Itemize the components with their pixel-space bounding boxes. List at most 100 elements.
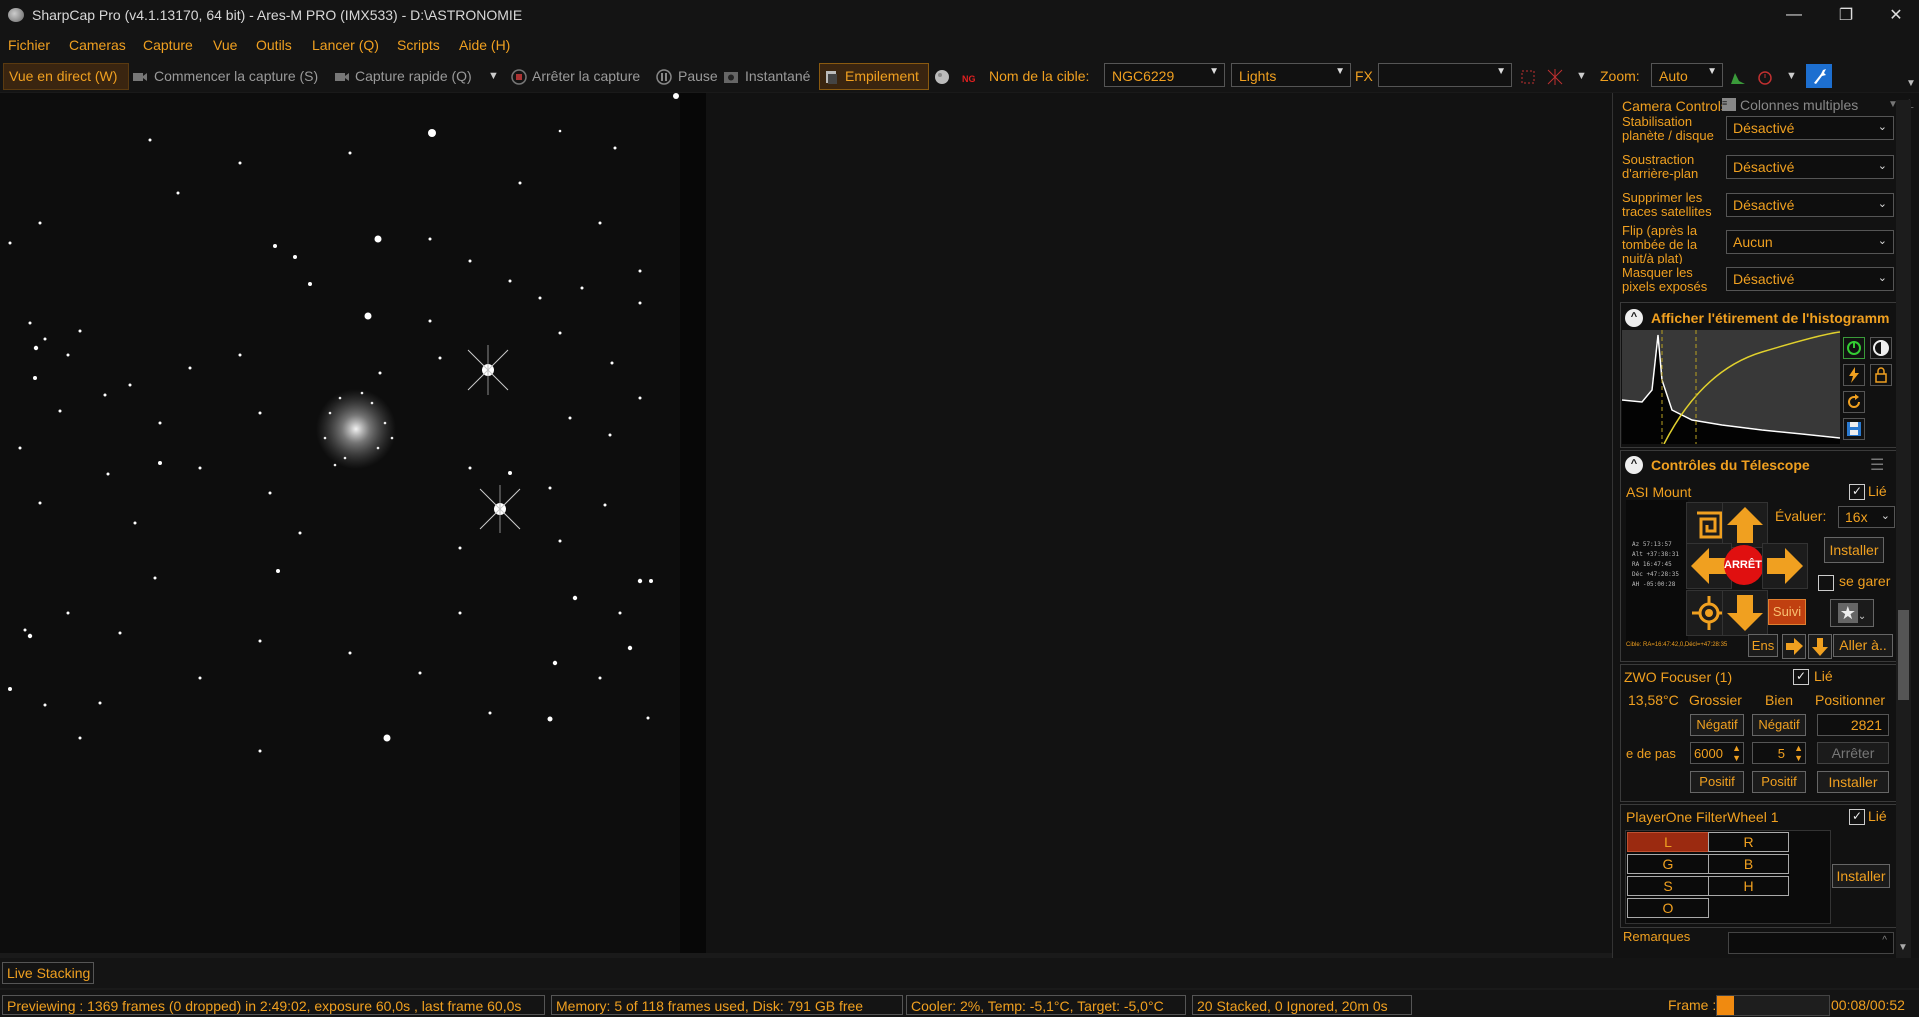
sync-button[interactable]: Ens [1748, 634, 1778, 657]
filter-o-button[interactable]: O [1627, 898, 1709, 918]
menu-capture[interactable]: Capture [143, 37, 193, 53]
menu-vue[interactable]: Vue [213, 37, 237, 53]
settings-toggle[interactable] [1806, 64, 1832, 88]
flip-select[interactable]: Aucun ⌄ [1726, 230, 1894, 254]
pause-button[interactable]: Pause [678, 68, 718, 84]
filter-g-button[interactable]: G [1627, 854, 1709, 874]
east-button[interactable] [1762, 543, 1808, 589]
scroll-down-icon[interactable]: ▼ [1898, 942, 1908, 953]
mount-install-button[interactable]: Installer [1824, 537, 1884, 563]
reset-icon[interactable] [1843, 391, 1865, 413]
filterwheel-install-button[interactable]: Installer [1832, 864, 1890, 888]
histogram-chart[interactable] [1622, 330, 1840, 444]
menu-fichier[interactable]: Fichier [8, 37, 50, 53]
fine-step-stepper[interactable]: 5 ▲ ▼ [1752, 742, 1806, 764]
tab-multiple-columns[interactable]: Colonnes multiples [1740, 97, 1858, 113]
focuser-install-button[interactable]: Installer [1817, 771, 1889, 793]
scrollbar-thumb[interactable] [1898, 610, 1909, 700]
background-subtraction-select[interactable]: Désactivé ⌄ [1726, 155, 1894, 179]
collapse-icon[interactable]: ^ [1625, 456, 1643, 474]
spin-arrows-icon[interactable]: ▲ ▼ [1794, 743, 1803, 763]
minimize-button[interactable]: — [1771, 0, 1817, 30]
filter-b-button[interactable]: B [1708, 854, 1789, 874]
lock-icon[interactable] [1870, 364, 1892, 386]
north-button[interactable] [1722, 502, 1768, 548]
power-icon[interactable] [1843, 337, 1865, 359]
menu-icon[interactable]: ☰ [1870, 455, 1884, 475]
close-button[interactable]: ✕ [1873, 0, 1919, 30]
chevron-down-icon: ⌄ [1877, 235, 1887, 247]
coarse-negative-button[interactable]: Négatif [1690, 714, 1744, 736]
coarse-positive-button[interactable]: Positif [1690, 771, 1744, 793]
menu-outils[interactable]: Outils [256, 37, 292, 53]
contrast-icon[interactable] [1870, 337, 1892, 359]
filter-l-button[interactable]: L [1627, 832, 1709, 852]
chevron-down-icon[interactable]: ▼ [1576, 70, 1587, 82]
goto-button[interactable]: Aller à.. [1833, 634, 1893, 657]
collapse-icon[interactable]: ^ [1625, 309, 1643, 327]
target-name-select[interactable]: NGC6229 ▼ [1104, 63, 1225, 87]
stabilisation-select[interactable]: Désactivé ⌄ [1726, 116, 1894, 140]
filter-s-button[interactable]: S [1627, 876, 1709, 896]
menu-lancer[interactable]: Lancer (Q) [312, 37, 379, 53]
menu-cameras[interactable]: Cameras [69, 37, 126, 53]
expand-icon[interactable]: ^ [1882, 935, 1887, 946]
focuser-linked-checkbox[interactable]: ✓ [1793, 669, 1809, 685]
focuser-stop-button[interactable]: Arrêter [1817, 742, 1889, 764]
start-capture-button[interactable]: Commencer la capture (S) [154, 68, 318, 84]
park-checkbox[interactable] [1818, 575, 1834, 591]
memory-status: Memory: 5 of 118 frames used, Disk: 791 … [551, 995, 903, 1015]
ngc-catalog-icon[interactable]: NG [962, 69, 978, 85]
south-button[interactable] [1722, 590, 1768, 636]
window-title: SharpCap Pro (v4.1.13170, 64 bit) - Ares… [32, 7, 523, 23]
image-viewport[interactable] [0, 93, 706, 953]
spin-arrows-icon[interactable]: ▲ ▼ [1732, 743, 1741, 763]
tracking-button[interactable]: Suivi [1768, 599, 1806, 625]
histogram-icon[interactable] [1730, 69, 1746, 85]
focuser-position-field[interactable]: 2821 [1817, 714, 1889, 736]
live-stacking-tab[interactable]: Live Stacking [2, 962, 94, 984]
filterwheel-linked-checkbox[interactable]: ✓ [1849, 809, 1865, 825]
satellite-trails-select[interactable]: Désactivé ⌄ [1726, 193, 1894, 217]
notes-input[interactable]: ^ [1728, 932, 1894, 954]
arrow-down-icon [1727, 595, 1763, 631]
crosshair-icon[interactable] [1547, 69, 1563, 85]
chevron-down-icon: ▼ [1496, 66, 1506, 77]
selection-area-icon[interactable] [1520, 69, 1536, 85]
save-icon[interactable] [1843, 418, 1865, 440]
mask-pixels-select[interactable]: Désactivé ⌄ [1726, 267, 1894, 291]
moon-icon[interactable] [934, 69, 950, 85]
timer-icon[interactable] [1757, 69, 1773, 85]
filter-h-button[interactable]: H [1708, 876, 1789, 896]
slew-down-button[interactable] [1808, 634, 1832, 659]
coarse-step-stepper[interactable]: 6000 ▲ ▼ [1690, 742, 1744, 764]
filter-r-button[interactable]: R [1708, 832, 1789, 852]
chevron-down-icon: ⌄ [1857, 611, 1867, 622]
chevron-down-icon[interactable]: ▼ [1786, 70, 1797, 82]
menu-scripts[interactable]: Scripts [397, 37, 440, 53]
globular-cluster [316, 389, 396, 469]
tab-camera-controls[interactable]: Camera Controls [1622, 98, 1728, 114]
star-icon: ★ [1837, 603, 1858, 623]
snapshot-button[interactable]: Instantané [745, 68, 810, 84]
slew-right-button[interactable] [1782, 634, 1806, 659]
rate-select[interactable]: 16x ⌄ [1838, 506, 1895, 528]
fx-select[interactable]: ▼ [1378, 63, 1512, 87]
menu-aide[interactable]: Aide (H) [459, 37, 510, 53]
mount-linked-checkbox[interactable]: ✓ [1849, 484, 1865, 500]
fine-positive-button[interactable]: Positif [1752, 771, 1806, 793]
quick-capture-button[interactable]: Capture rapide (Q) [355, 68, 472, 84]
panel-scrollbar[interactable]: ▼ [1896, 100, 1911, 960]
favorite-targets-button[interactable]: ★ ⌄ [1830, 599, 1874, 627]
stop-capture-button[interactable]: Arrêter la capture [532, 68, 640, 84]
frame-type-select[interactable]: Lights ▼ [1231, 63, 1351, 87]
stop-button[interactable]: ARRÊTE [1724, 545, 1769, 585]
lightning-icon[interactable] [1843, 364, 1865, 386]
toolbar-overflow-icon[interactable]: ▼ [1906, 78, 1916, 89]
chevron-down-icon[interactable]: ▼ [488, 70, 499, 82]
wrench-icon [1814, 69, 1826, 84]
fine-negative-button[interactable]: Négatif [1752, 714, 1806, 736]
restore-button[interactable]: ❐ [1823, 0, 1869, 30]
flip-label: Flip (après la tombée de la nuit/à plat) [1622, 224, 1698, 264]
zoom-select[interactable]: Auto ▼ [1651, 63, 1723, 87]
